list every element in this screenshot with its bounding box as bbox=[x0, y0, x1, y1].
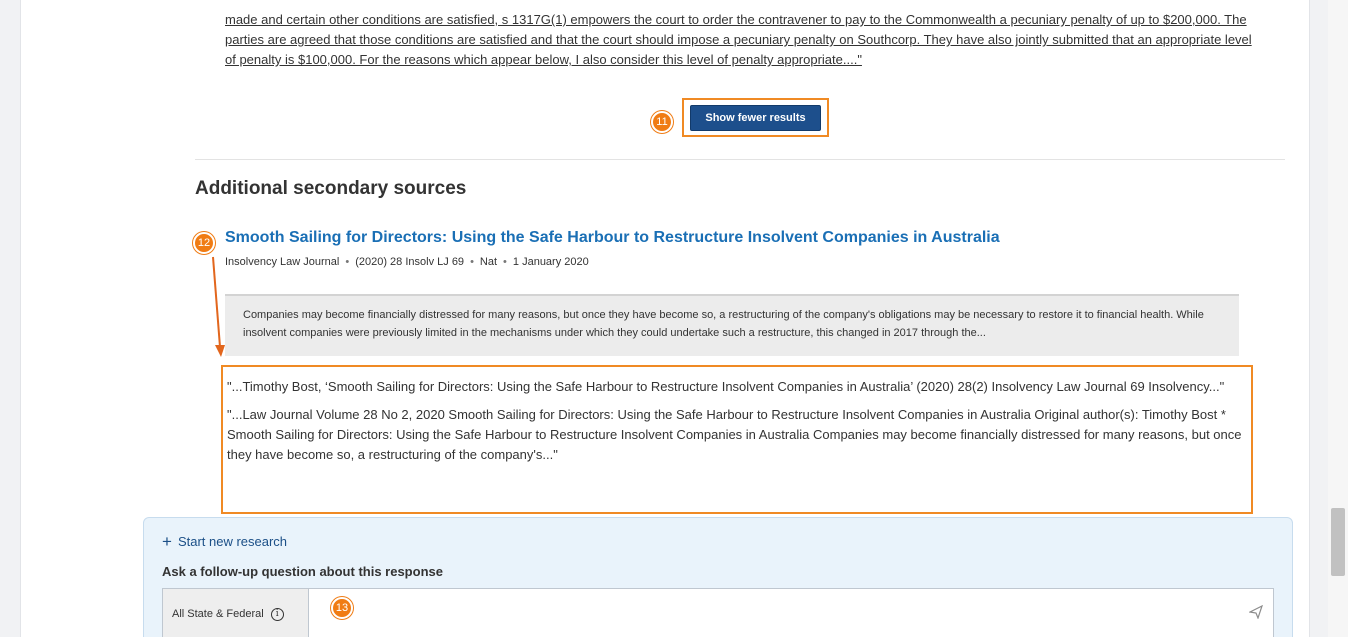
send-icon[interactable] bbox=[1248, 604, 1264, 622]
meta-journal: Insolvency Law Journal bbox=[225, 256, 340, 268]
followup-question-input[interactable] bbox=[313, 593, 1213, 633]
annotation-badge-13: 13 bbox=[331, 597, 353, 619]
result-title-link[interactable]: Smooth Sailing for Directors: Using the … bbox=[225, 229, 1000, 247]
meta-jurisdiction: Nat bbox=[479, 256, 498, 268]
jurisdiction-label: All State & Federal bbox=[172, 608, 264, 620]
followup-input-row: All State & Federal i bbox=[162, 588, 1274, 637]
annotation-badge-12: 12 bbox=[193, 232, 215, 254]
section-divider bbox=[195, 159, 1285, 160]
result-excerpts-highlight: "...Timothy Bost, ‘Smooth Sailing for Di… bbox=[221, 365, 1253, 514]
result-excerpt: "...Timothy Bost, ‘Smooth Sailing for Di… bbox=[227, 379, 1225, 394]
page: made and certain other conditions are sa… bbox=[20, 0, 1310, 637]
meta-separator: • bbox=[345, 256, 350, 268]
scrollbar-thumb[interactable] bbox=[1331, 508, 1345, 576]
result-excerpt: "...Law Journal Volume 28 No 2, 2020 Smo… bbox=[227, 407, 1242, 462]
info-icon[interactable]: i bbox=[270, 607, 284, 621]
meta-separator: • bbox=[503, 256, 507, 268]
followup-panel: + Start new research Ask a follow-up que… bbox=[143, 517, 1293, 637]
meta-citation: (2020) 28 Insolv LJ 69 bbox=[355, 256, 465, 268]
show-fewer-results-button[interactable]: Show fewer results bbox=[690, 104, 821, 131]
case-excerpt-text[interactable]: made and certain other conditions are sa… bbox=[225, 10, 1255, 70]
show-fewer-highlight: Show fewer results bbox=[682, 98, 829, 137]
scrollbar[interactable] bbox=[1328, 0, 1348, 637]
annotation-badge-11: 11 bbox=[651, 111, 673, 133]
start-new-research-label: Start new research bbox=[177, 534, 288, 549]
meta-separator: • bbox=[470, 256, 474, 268]
jurisdiction-selector[interactable]: All State & Federal i bbox=[163, 589, 309, 637]
followup-label: Ask a follow-up question about this resp… bbox=[162, 564, 443, 579]
result-summary: Companies may become financially distres… bbox=[225, 294, 1239, 356]
result-meta: Insolvency Law Journal • (2020) 28 Insolv … bbox=[225, 256, 589, 268]
section-heading: Additional secondary sources bbox=[195, 178, 467, 199]
meta-date: 1 January 2020 bbox=[512, 256, 589, 268]
start-new-research-link[interactable]: + Start new research bbox=[162, 531, 288, 551]
plus-icon: + bbox=[162, 531, 172, 551]
